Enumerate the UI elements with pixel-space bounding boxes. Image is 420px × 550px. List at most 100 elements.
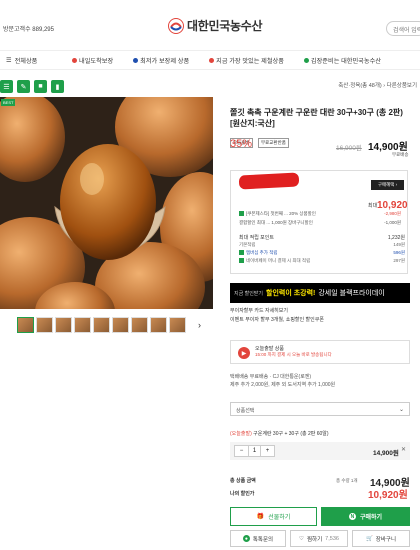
- thumbnail[interactable]: [36, 317, 53, 333]
- thumbnail[interactable]: [74, 317, 91, 333]
- original-price: 16,900원: [336, 145, 362, 152]
- points-row[interactable]: 네이버페이 머니 결제 시 최대 적립 297원: [239, 258, 405, 266]
- store-icon[interactable]: ■: [34, 80, 47, 93]
- promo-banner[interactable]: 지금 할인받기 할인력이 초강력! 강세일 블랙프라이데이: [230, 283, 410, 303]
- points-row-label: 기본적립: [239, 242, 256, 247]
- store-logo[interactable]: 대한민국농수산: [168, 17, 262, 34]
- banner-highlight: 할인력이 초강력!: [266, 290, 316, 297]
- delivery-line: 제주 추가 2,000원, 제주 외 도서지역 추가 1,000원: [230, 382, 336, 388]
- option-select[interactable]: 상품선택 ⌄: [230, 402, 410, 416]
- cart-button-label: 장바구니: [375, 536, 397, 543]
- talk-button[interactable]: ● 톡톡문의: [230, 530, 286, 547]
- checkbox-icon[interactable]: [239, 250, 244, 256]
- product-title: 쫄깃 촉촉 구운계란 구운란 대란 30구+30구 (총 2판) [원산지:국산…: [230, 108, 403, 128]
- coupon-row-label: [쿠폰제스타] 첫번째 ... 20% 상품할인: [246, 211, 316, 216]
- thumbnail[interactable]: [169, 317, 186, 333]
- cart-button[interactable]: 🛒 장바구니: [352, 530, 410, 547]
- points-row-value: 596원: [393, 250, 405, 255]
- benefit-line[interactable]: 무이자할부 카드 자세히보기: [230, 307, 324, 316]
- redacted-mark: [238, 172, 300, 190]
- delivery-info: 택배배송 무료배송 · CJ 대한통운(로젠) 제주 추가 2,000원, 제주…: [230, 373, 335, 389]
- plus-icon[interactable]: +: [261, 446, 274, 456]
- breadcrumb[interactable]: 축산·정육(총 48개) › 다른상품보기: [338, 81, 417, 89]
- my-discount-label: 나의 할인가: [230, 491, 255, 497]
- nav-item-label: 지금 가장 맛있는 제철상품: [216, 57, 284, 65]
- line-price: 14,900원: [373, 450, 399, 457]
- benefit-button[interactable]: 구매혜택 ›: [371, 180, 404, 190]
- thumbnail-strip: [17, 317, 186, 333]
- thumbnail[interactable]: [131, 317, 148, 333]
- top-header: 방문고객수 889,295 대한민국농수산 검색어 입력: [0, 0, 420, 44]
- points-row: 기본적립 149원: [239, 242, 405, 250]
- bookmark-icon[interactable]: ▮: [51, 80, 64, 93]
- coupon-row-value: -2,980원: [384, 211, 401, 216]
- logo-icon: [168, 17, 184, 34]
- close-icon[interactable]: ✕: [401, 446, 406, 453]
- list-icon[interactable]: ☰: [0, 80, 13, 93]
- total-label: 총 상품 금액: [230, 478, 256, 484]
- points-value: 1,232원: [387, 235, 405, 241]
- search-input[interactable]: 검색어 입력: [386, 21, 420, 36]
- all-products-label: 전체상품: [14, 57, 38, 65]
- product-photo[interactable]: BEST: [0, 97, 213, 309]
- edit-icon[interactable]: ✎: [17, 80, 30, 93]
- nav-dot-icon: [72, 57, 77, 63]
- gift-icon: 🎁: [256, 514, 265, 520]
- coupon-price: 10,920: [377, 200, 408, 211]
- today-ship-box: ▶ 오늘출발 상품 15:00 까지 결제 시 오늘 바로 발송됩니다: [230, 340, 410, 364]
- heart-icon: ♡: [299, 535, 304, 542]
- minus-icon[interactable]: −: [235, 446, 248, 456]
- shipping-info: 무료배송: [392, 152, 409, 157]
- sale-price: 14,900원: [368, 142, 408, 153]
- card-benefits: 무이자할부 카드 자세히보기 이벤트 무이자 할부 3개월, 쇼핑할인 할인쿠폰: [230, 307, 324, 325]
- thumbnail[interactable]: [55, 317, 72, 333]
- points-row-value: 297원: [393, 258, 405, 263]
- checkbox-icon[interactable]: [239, 258, 244, 264]
- thumbnail[interactable]: [93, 317, 110, 333]
- thumbnail[interactable]: [112, 317, 129, 333]
- visitor-count: 방문고객수 889,295: [3, 27, 54, 33]
- chevron-down-icon: ⌄: [398, 407, 404, 413]
- gift-button-label: 선물하기: [268, 515, 291, 521]
- points-row-label: 멤버십 추가 적립: [246, 250, 278, 255]
- npay-icon: N: [348, 513, 356, 520]
- nav-item-seasonal[interactable]: 지금 가장 맛있는 제철상품: [209, 56, 284, 65]
- quantity-value[interactable]: 1: [248, 446, 261, 456]
- total-qty: 총 수량 1개: [336, 478, 358, 483]
- quantity-row: − 1 + 14,900원 ✕: [230, 442, 410, 460]
- delivery-line: 택배배송 무료배송 · CJ 대한통운(로젠): [230, 374, 312, 380]
- option-placeholder: 상품선택: [236, 408, 255, 414]
- badge-free-return: 무료교환반품: [258, 138, 289, 148]
- coupon-row: 결합할인 최대 ... 1,000원 장바구니할인 -1,000원: [239, 220, 401, 226]
- nav-item-next-day[interactable]: 내일도착보장: [72, 56, 113, 65]
- buy-button[interactable]: N 구매하기: [321, 507, 410, 526]
- thumbnail[interactable]: [150, 317, 167, 333]
- talk-button-label: 톡톡문의: [252, 536, 274, 543]
- nav-item-kimjang[interactable]: 김장준비는 대한민국농수산: [303, 56, 381, 65]
- chevron-right-icon[interactable]: ›: [198, 320, 201, 330]
- nav-item-lowest-price[interactable]: 최저가 보장제 상품: [133, 56, 189, 65]
- quantity-stepper[interactable]: − 1 +: [234, 445, 275, 457]
- truck-icon: ▶: [238, 347, 250, 359]
- checkbox-icon[interactable]: [239, 211, 244, 217]
- nav-dot-icon: [209, 57, 215, 63]
- my-discount-price: 10,920원: [368, 490, 408, 501]
- benefit-line[interactable]: 이벤트 무이자 할부 3개월, 쇼핑할인 할인쿠폰: [230, 316, 324, 325]
- banner-post-text: 강세일 블랙프라이데이: [318, 290, 385, 297]
- points-row-value: 149원: [393, 242, 405, 247]
- thumbnail[interactable]: [17, 317, 34, 333]
- coupon-prefix: 최대: [368, 203, 378, 209]
- points-section: 최대 적립 포인트 1,232원 기본적립 149원 멤버십 추가 적립 596…: [239, 234, 405, 266]
- cart-icon: 🛒: [365, 535, 373, 542]
- hamburger-icon: ☰: [6, 56, 12, 64]
- points-title: 최대 적립 포인트: [239, 235, 274, 241]
- wish-button-label: 찜하기: [306, 536, 323, 543]
- nav-item-label: 최저가 보장제 상품: [140, 57, 190, 65]
- points-row[interactable]: 멤버십 추가 적립 596원: [239, 250, 405, 258]
- option-prefix: (오늘출발): [230, 431, 252, 437]
- today-ship-title: 오늘출발 상품: [255, 346, 284, 352]
- wish-button[interactable]: ♡ 찜하기 7,536: [290, 530, 348, 547]
- gift-button[interactable]: 🎁 선물하기: [230, 507, 317, 526]
- all-products-menu[interactable]: ☰ 전체상품: [6, 56, 72, 65]
- logo-text: 대한민국농수산: [187, 19, 263, 33]
